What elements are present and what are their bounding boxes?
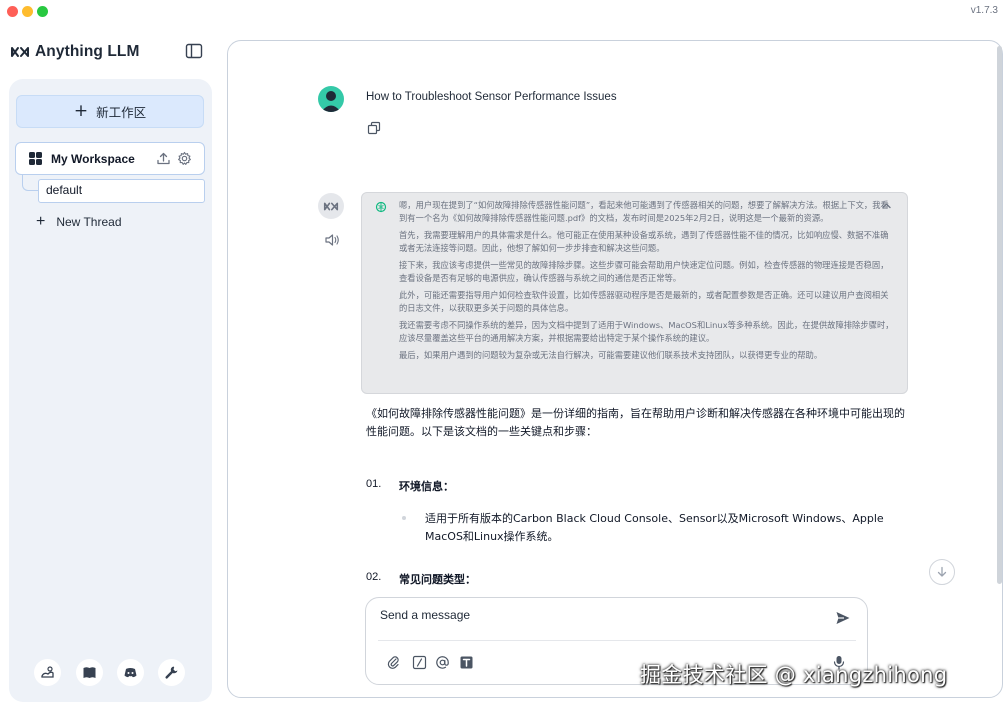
plus-icon: + bbox=[36, 213, 46, 230]
upload-icon[interactable] bbox=[156, 151, 171, 166]
workspace-name: My Workspace bbox=[51, 151, 135, 166]
thread-item-default[interactable]: default bbox=[38, 179, 205, 203]
discord-button[interactable] bbox=[117, 659, 144, 686]
discord-icon bbox=[124, 668, 137, 678]
wrench-icon bbox=[165, 666, 178, 679]
chat-scrollbar[interactable] bbox=[997, 46, 1002, 584]
user-icon bbox=[321, 91, 341, 112]
close-window-button[interactable] bbox=[7, 6, 18, 17]
text-format-icon[interactable] bbox=[459, 655, 474, 670]
brain-icon bbox=[375, 201, 387, 213]
answer-intro: 《如何故障排除传感器性能问题》是一份详细的指南，旨在帮助用户诊断和解决传感器在各… bbox=[366, 407, 905, 438]
thought-panel: 嗯，用户现在提到了“如何故障排除传感器性能问题”，看起来他可能遇到了传感器相关的… bbox=[361, 192, 908, 394]
brand: Anything LLM bbox=[10, 40, 140, 64]
section-number: 01. bbox=[366, 478, 382, 490]
new-workspace-button[interactable]: + 新工作区 bbox=[16, 95, 204, 128]
section-title: 环境信息： bbox=[399, 480, 454, 493]
assistant-avatar bbox=[318, 193, 344, 219]
book-icon bbox=[83, 667, 96, 678]
brand-name: Anything LLM bbox=[35, 43, 140, 60]
thought-content: 嗯，用户现在提到了“如何故障排除传感器性能问题”，看起来他可能遇到了传感器相关的… bbox=[399, 199, 895, 366]
new-thread-button[interactable]: + New Thread bbox=[36, 213, 122, 231]
thought-paragraph: 我还需要考虑不同操作系统的差异，因为文档中提到了适用于Windows、MacOS… bbox=[399, 320, 894, 343]
settings-button[interactable] bbox=[158, 659, 185, 686]
speaker-icon[interactable] bbox=[324, 233, 340, 247]
workspace-grid-icon bbox=[29, 152, 42, 165]
anythingllm-logo-icon bbox=[323, 202, 339, 210]
message-input[interactable] bbox=[380, 608, 810, 622]
thought-paragraph: 嗯，用户现在提到了“如何故障排除传感器性能问题”，看起来他可能遇到了传感器相关的… bbox=[399, 200, 889, 223]
arrow-down-icon bbox=[937, 566, 947, 577]
user-message: How to Troubleshoot Sensor Performance I… bbox=[366, 91, 617, 103]
slash-command-icon[interactable] bbox=[412, 655, 427, 670]
section-bullet: 适用于所有版本的Carbon Black Cloud Console、Senso… bbox=[425, 512, 884, 543]
paperclip-icon[interactable] bbox=[386, 655, 401, 670]
section-number: 02. bbox=[366, 571, 382, 583]
composer-divider bbox=[378, 640, 856, 641]
section-title: 常见问题类型： bbox=[399, 573, 476, 586]
app-version: v1.7.3 bbox=[970, 5, 998, 16]
plus-icon: + bbox=[73, 101, 89, 121]
at-mention-icon[interactable] bbox=[435, 655, 450, 670]
window-titlebar: v1.7.3 bbox=[0, 0, 1006, 24]
bullet-dot bbox=[402, 516, 406, 520]
community-hub-button[interactable] bbox=[34, 659, 61, 686]
thread-connector bbox=[22, 175, 38, 191]
thought-paragraph: 此外，可能还需要指导用户如何检查软件设置，比如传感器驱动程序是否是最新的，或者配… bbox=[399, 290, 889, 313]
thought-paragraph: 首先，我需要理解用户的具体需求是什么。他可能正在使用某种设备或系统，遇到了传感器… bbox=[399, 230, 889, 253]
zoom-window-button[interactable] bbox=[37, 6, 48, 17]
gear-icon[interactable] bbox=[177, 151, 192, 166]
thought-paragraph: 接下来，我应该考虑提供一些常见的故障排除步骤。这些步骤可能会帮助用户快速定位问题… bbox=[399, 260, 889, 283]
scroll-to-bottom-button[interactable] bbox=[929, 559, 955, 585]
sidebar-toggle-icon[interactable] bbox=[185, 43, 203, 59]
minimize-window-button[interactable] bbox=[22, 6, 33, 17]
anythingllm-logo-icon bbox=[11, 47, 29, 57]
user-avatar bbox=[318, 86, 344, 112]
docs-button[interactable] bbox=[76, 659, 103, 686]
send-icon[interactable] bbox=[835, 610, 851, 626]
watermark: 掘金技术社区 @ xiangzhihong bbox=[640, 663, 948, 687]
new-thread-label: New Thread bbox=[56, 215, 122, 229]
workspace-item[interactable]: My Workspace bbox=[15, 142, 205, 175]
new-workspace-label: 新工作区 bbox=[96, 105, 147, 120]
copy-icon[interactable] bbox=[367, 121, 381, 135]
thought-paragraph: 最后，如果用户遇到的问题较为复杂或无法自行解决，可能需要建议他们联系技术支持团队… bbox=[399, 350, 823, 360]
hub-icon bbox=[41, 666, 54, 678]
